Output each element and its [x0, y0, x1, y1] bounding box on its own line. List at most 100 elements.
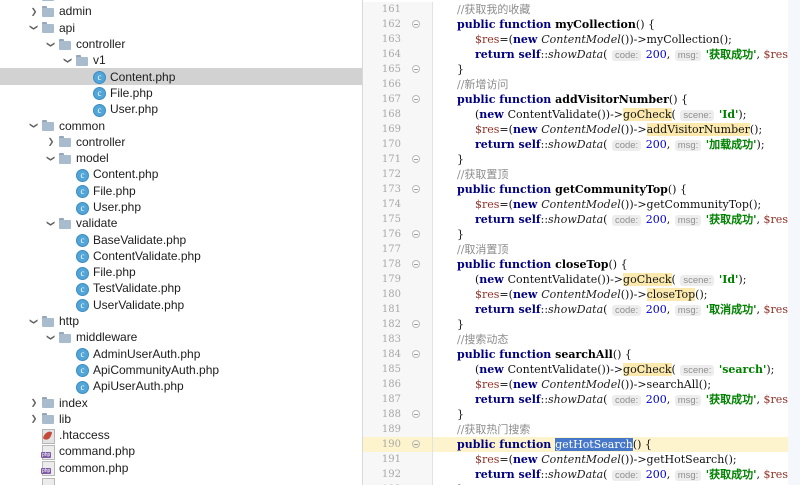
keyword: new: [479, 108, 508, 121]
tree-item-contentvalidate-php[interactable]: ContentValidate.php: [0, 248, 362, 264]
chevron-down-icon[interactable]: ❯: [47, 37, 56, 51]
chevron-right-icon[interactable]: ❯: [27, 398, 41, 407]
code-line-162[interactable]: 162 public function myCollection() {: [363, 17, 800, 32]
variable: $res: [763, 213, 788, 226]
code-line-173[interactable]: 173 public function getCommunityTop() {: [363, 182, 800, 197]
tree-item-basevalidate-php[interactable]: BaseValidate.php: [0, 231, 362, 248]
tree-item-controller[interactable]: ❯ controller: [0, 134, 362, 150]
code-line-182[interactable]: 182}: [363, 317, 800, 332]
code-line-191[interactable]: 191 $res=(new ContentModel())->getHotSear…: [363, 452, 800, 467]
tree-item-api[interactable]: ❯ api: [0, 20, 362, 36]
tree-item-common[interactable]: ❯ common: [0, 117, 362, 133]
code-line-179[interactable]: 179 (new ContentValidate())->goCheck( sce…: [363, 272, 800, 287]
code-line-183[interactable]: 183 //搜索动态: [363, 332, 800, 347]
code-line-176[interactable]: 176}: [363, 227, 800, 242]
code-line-169[interactable]: 169 $res=(new ContentModel())->addVisitor…: [363, 122, 800, 137]
tree-item-http[interactable]: ❯ http: [0, 313, 362, 329]
comment: //获取热门搜索: [457, 423, 531, 436]
code-line-164[interactable]: 164 return self::showData( code: 200, msg…: [363, 47, 800, 62]
tree-item-user-php[interactable]: User.php: [0, 101, 362, 117]
tree-item-file-php[interactable]: File.php: [0, 85, 362, 101]
code-line-170[interactable]: 170 return self::showData( code: 200, msg…: [363, 137, 800, 152]
chevron-down-icon[interactable]: ❯: [30, 314, 39, 328]
tree-item-content-php[interactable]: Content.php: [0, 166, 362, 182]
tree-item-common-php[interactable]: common.php: [0, 460, 362, 477]
chevron-down-icon[interactable]: ❯: [47, 330, 56, 344]
code-line-161[interactable]: 161 //获取我的收藏: [363, 2, 800, 17]
chevron-right-icon[interactable]: ❯: [27, 414, 41, 423]
fold-icon[interactable]: [412, 185, 420, 193]
chevron-down-icon[interactable]: ❯: [47, 216, 56, 230]
tree-item-apicommunityauth-php[interactable]: ApiCommunityAuth.php: [0, 362, 362, 378]
code-line-185[interactable]: 185 (new ContentValidate())->goCheck( sce…: [363, 362, 800, 377]
fold-icon[interactable]: [412, 260, 420, 268]
chevron-down-icon[interactable]: ❯: [47, 151, 56, 165]
code-line-181[interactable]: 181 return self::showData( code: 200, msg…: [363, 302, 800, 317]
fold-icon[interactable]: [412, 95, 420, 103]
fold-icon[interactable]: [412, 350, 420, 358]
parameter-hint: msg:: [674, 470, 702, 481]
tree-item-admin[interactable]: ❯ admin: [0, 3, 362, 19]
code-line-189[interactable]: 189 //获取热门搜索: [363, 422, 800, 437]
tree-item-lib[interactable]: ❯ lib: [0, 411, 362, 427]
code-line-168[interactable]: 168 (new ContentValidate())->goCheck( sce…: [363, 107, 800, 122]
code-line-175[interactable]: 175 return self::showData( code: 200, msg…: [363, 212, 800, 227]
class-reference: ContentModel: [541, 288, 621, 301]
code-line-167[interactable]: 167 public function addVisitorNumber() {: [363, 92, 800, 107]
code-line-187[interactable]: 187 return self::showData( code: 200, msg…: [363, 392, 800, 407]
fold-icon[interactable]: [412, 320, 420, 328]
tree-item-partial[interactable]: [0, 476, 362, 485]
chevron-right-icon[interactable]: ❯: [27, 7, 41, 16]
fold-icon[interactable]: [412, 440, 420, 448]
code-line-180[interactable]: 180 $res=(new ContentModel())->closeTop()…: [363, 287, 800, 302]
code-line-174[interactable]: 174 $res=(new ContentModel())->getCommuni…: [363, 197, 800, 212]
fold-icon[interactable]: [412, 410, 420, 418]
keyword: new: [479, 273, 508, 286]
tree-item-label: BaseValidate.php: [93, 232, 187, 247]
code-line-165[interactable]: 165}: [363, 62, 800, 77]
tree-item-uservalidate-php[interactable]: UserValidate.php: [0, 297, 362, 313]
tree-item-controller[interactable]: ❯ controller: [0, 36, 362, 52]
tree-item-v1[interactable]: ❯ v1: [0, 52, 362, 68]
tree-item-content-php[interactable]: Content.php: [0, 68, 362, 85]
chevron-right-icon[interactable]: ❯: [44, 137, 58, 146]
tree-item-index[interactable]: ❯ index: [0, 394, 362, 410]
code-line-177[interactable]: 177 //取消置顶: [363, 242, 800, 257]
code-plain: =(: [499, 288, 513, 301]
tree-item-label: admin: [59, 4, 92, 19]
fold-icon[interactable]: [412, 155, 420, 163]
code-editor[interactable]: 161 //获取我的收藏 162 public function myCollecti…: [363, 0, 800, 485]
tree-item-testvalidate-php[interactable]: TestValidate.php: [0, 280, 362, 296]
code-line-163[interactable]: 163 $res=(new ContentModel())->myCollecti…: [363, 32, 800, 47]
tree-item-middleware[interactable]: ❯ middleware: [0, 329, 362, 345]
code-line-190[interactable]: 190 public function getHotSearch() {: [363, 437, 800, 452]
tree-item-file-php[interactable]: File.php: [0, 183, 362, 199]
tree-item-command-php[interactable]: command.php: [0, 443, 362, 460]
code-line-172[interactable]: 172 //获取置顶: [363, 167, 800, 182]
fold-icon[interactable]: [412, 65, 420, 73]
string-literal: 'search': [718, 363, 767, 376]
fold-column: [403, 377, 433, 392]
php-class-icon: [75, 380, 89, 394]
tree-item-file-php[interactable]: File.php: [0, 264, 362, 280]
chevron-down-icon[interactable]: ❯: [64, 53, 73, 67]
project-tree[interactable]: ❯admin❯api❯controller❯v1Content.phpFile.…: [0, 0, 363, 485]
code-line-171[interactable]: 171}: [363, 152, 800, 167]
code-line-184[interactable]: 184 public function searchAll() {: [363, 347, 800, 362]
chevron-down-icon[interactable]: ❯: [30, 21, 39, 35]
tree-item-validate[interactable]: ❯ validate: [0, 215, 362, 231]
code-line-188[interactable]: 188}: [363, 407, 800, 422]
tree-item--htaccess[interactable]: .htaccess: [0, 427, 362, 444]
tree-item-apiuserauth-php[interactable]: ApiUserAuth.php: [0, 378, 362, 394]
php-class-icon: [75, 298, 89, 313]
tree-item-adminuserauth-php[interactable]: AdminUserAuth.php: [0, 346, 362, 362]
code-line-166[interactable]: 166 //新增访问: [363, 77, 800, 92]
chevron-down-icon[interactable]: ❯: [30, 119, 39, 133]
fold-icon[interactable]: [412, 230, 420, 238]
code-line-192[interactable]: 192 return self::showData( code: 200, msg…: [363, 467, 800, 482]
tree-item-model[interactable]: ❯ model: [0, 150, 362, 166]
code-line-178[interactable]: 178 public function closeTop() {: [363, 257, 800, 272]
code-line-186[interactable]: 186 $res=(new ContentModel())->searchAll(…: [363, 377, 800, 392]
fold-icon[interactable]: [412, 20, 420, 28]
tree-item-user-php[interactable]: User.php: [0, 199, 362, 215]
